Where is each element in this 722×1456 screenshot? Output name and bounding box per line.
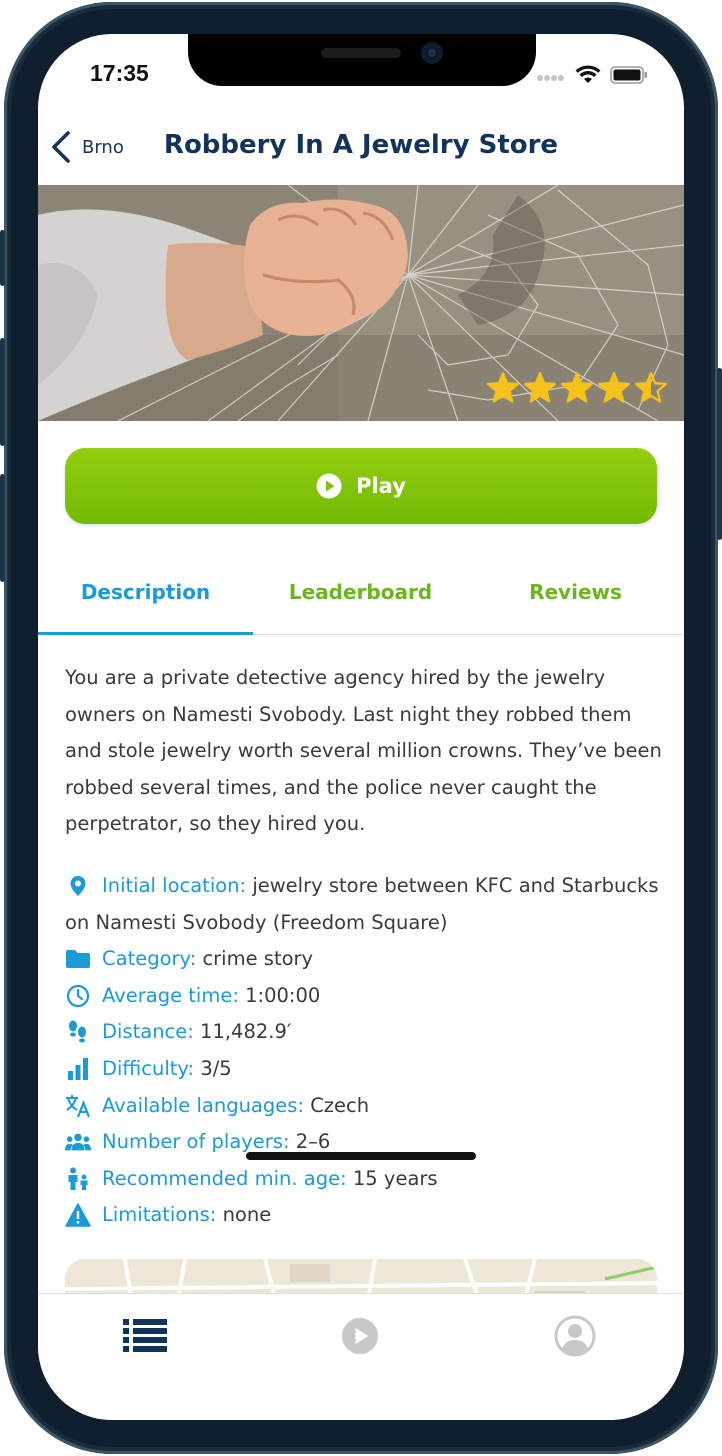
bar-chart-icon — [65, 1057, 91, 1080]
star-full-icon — [523, 371, 557, 403]
mute-switch — [0, 230, 5, 286]
star-full-icon — [486, 371, 520, 403]
power-button — [717, 368, 722, 540]
back-label: Brno — [82, 136, 124, 158]
list-icon — [123, 1319, 167, 1352]
back-button[interactable]: Brno — [50, 130, 124, 164]
star-half-icon — [634, 371, 668, 403]
star-full-icon — [597, 371, 631, 403]
game-cover-image — [38, 185, 684, 421]
game-description: You are a private detective agency hired… — [65, 666, 662, 836]
play-label: Play — [356, 474, 406, 498]
info-row-distance: Distance: 11,482.9′ — [65, 1014, 663, 1051]
info-row-initial-location: Initial location: jewelry store between … — [65, 868, 663, 941]
volume-down-button — [0, 474, 5, 582]
bottom-tab-play[interactable] — [330, 1314, 390, 1358]
info-label: Limitations: — [102, 1203, 217, 1227]
wifi-icon — [575, 65, 601, 83]
info-value: none — [222, 1203, 272, 1227]
info-value: crime story — [202, 947, 314, 971]
info-value: 2–6 — [295, 1130, 331, 1154]
status-time: 17:35 — [90, 60, 149, 86]
people-icon — [65, 1131, 91, 1153]
info-label: Available languages: — [102, 1093, 304, 1117]
chevron-left-icon — [52, 131, 70, 163]
info-row-difficulty: Difficulty: 3/5 — [65, 1051, 663, 1088]
camera-notch — [188, 34, 536, 86]
home-indicator — [246, 1152, 476, 1160]
play-circle-icon — [316, 473, 342, 499]
info-value: 15 years — [352, 1166, 438, 1190]
play-button[interactable]: Play — [65, 448, 657, 524]
info-row-average-time: Average time: 1:00:00 — [65, 978, 663, 1015]
bottom-tab-games[interactable] — [115, 1314, 175, 1358]
tab-reviews[interactable]: Reviews — [468, 562, 683, 634]
rating-stars — [486, 371, 668, 405]
family-icon — [65, 1167, 91, 1190]
tab-description[interactable]: Description — [38, 562, 253, 635]
info-label: Recommended min. age: — [102, 1166, 347, 1190]
info-row-min-age: Recommended min. age: 15 years — [65, 1161, 663, 1198]
game-info-list: Initial location: jewelry store between … — [65, 868, 663, 1234]
earpiece-speaker — [321, 48, 401, 58]
folder-icon — [65, 948, 91, 970]
info-label: Category: — [102, 947, 197, 971]
info-value: 3/5 — [200, 1056, 232, 1080]
bottom-tab-profile[interactable] — [545, 1314, 605, 1358]
user-account-icon — [554, 1315, 596, 1357]
star-full-icon — [560, 371, 594, 403]
page-title: Robbery In A Jewelry Store — [163, 130, 559, 160]
tab-leaderboard[interactable]: Leaderboard — [253, 562, 468, 634]
location-pin-icon — [65, 875, 91, 897]
info-value: 11,482.9′ — [200, 1020, 292, 1044]
footsteps-icon — [65, 1020, 91, 1043]
signal-icon — [537, 75, 564, 81]
info-label: Average time: — [102, 983, 239, 1007]
info-row-category: Category: crime story — [65, 941, 663, 978]
front-camera — [421, 42, 443, 64]
translate-icon — [65, 1094, 91, 1117]
play-circle-icon — [342, 1318, 378, 1354]
info-value: 1:00:00 — [245, 983, 321, 1007]
info-label: Distance: — [102, 1020, 194, 1044]
volume-up-button — [0, 338, 5, 446]
tab-bar: Description Leaderboard Reviews — [38, 562, 684, 635]
battery-icon — [610, 66, 647, 84]
bottom-tab-bar — [38, 1293, 684, 1420]
status-icons — [536, 65, 648, 85]
warning-icon — [65, 1203, 91, 1228]
phone-screen: 17:35 Robbery In A Jewelry Store Brno Pl… — [38, 34, 684, 1420]
info-label: Difficulty: — [102, 1056, 195, 1080]
info-label: Number of players: — [102, 1130, 290, 1154]
info-row-languages: Available languages: Czech — [65, 1088, 663, 1125]
clock-icon — [65, 984, 91, 1007]
info-value: Czech — [310, 1093, 370, 1117]
info-label: Initial location: — [102, 874, 247, 897]
info-row-limitations: Limitations: none — [65, 1197, 663, 1234]
